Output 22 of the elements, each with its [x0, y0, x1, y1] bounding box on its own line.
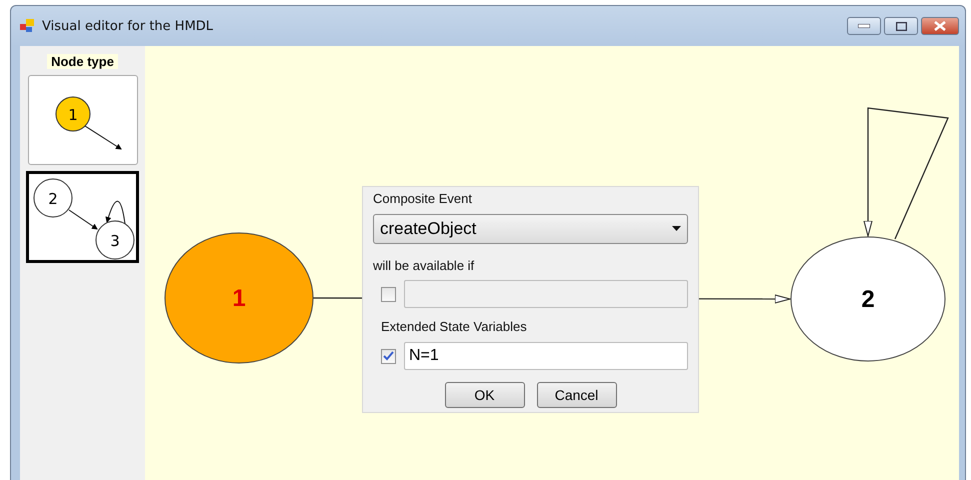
variables-field[interactable]: N=1 [404, 342, 688, 370]
condition-checkbox[interactable] [381, 286, 396, 302]
maximize-icon [896, 22, 906, 30]
variables-label: Extended State Variables [380, 319, 528, 334]
node-type-button[interactable]: 1 [28, 75, 138, 165]
close-button[interactable] [921, 17, 959, 35]
ok-button[interactable]: OK [444, 382, 524, 408]
variables-checkbox[interactable] [381, 348, 396, 364]
window-title: Visual editor for the HMDL [42, 18, 214, 34]
sidebar-title: Node type [47, 54, 118, 69]
close-icon [934, 21, 946, 31]
event-label: Composite Event [373, 191, 473, 206]
maximize-button[interactable] [884, 17, 918, 35]
app-icon [20, 19, 36, 33]
minimize-button[interactable] [847, 17, 881, 35]
minimize-icon [858, 24, 870, 28]
dropdown-arrow-icon [672, 226, 681, 232]
condition-label: will be available if [373, 258, 476, 273]
cancel-button[interactable]: Cancel [536, 382, 616, 408]
state-node: 2 [790, 236, 946, 362]
event-dropdown[interactable]: createObject [373, 214, 688, 244]
state-node: 1 [164, 232, 314, 364]
